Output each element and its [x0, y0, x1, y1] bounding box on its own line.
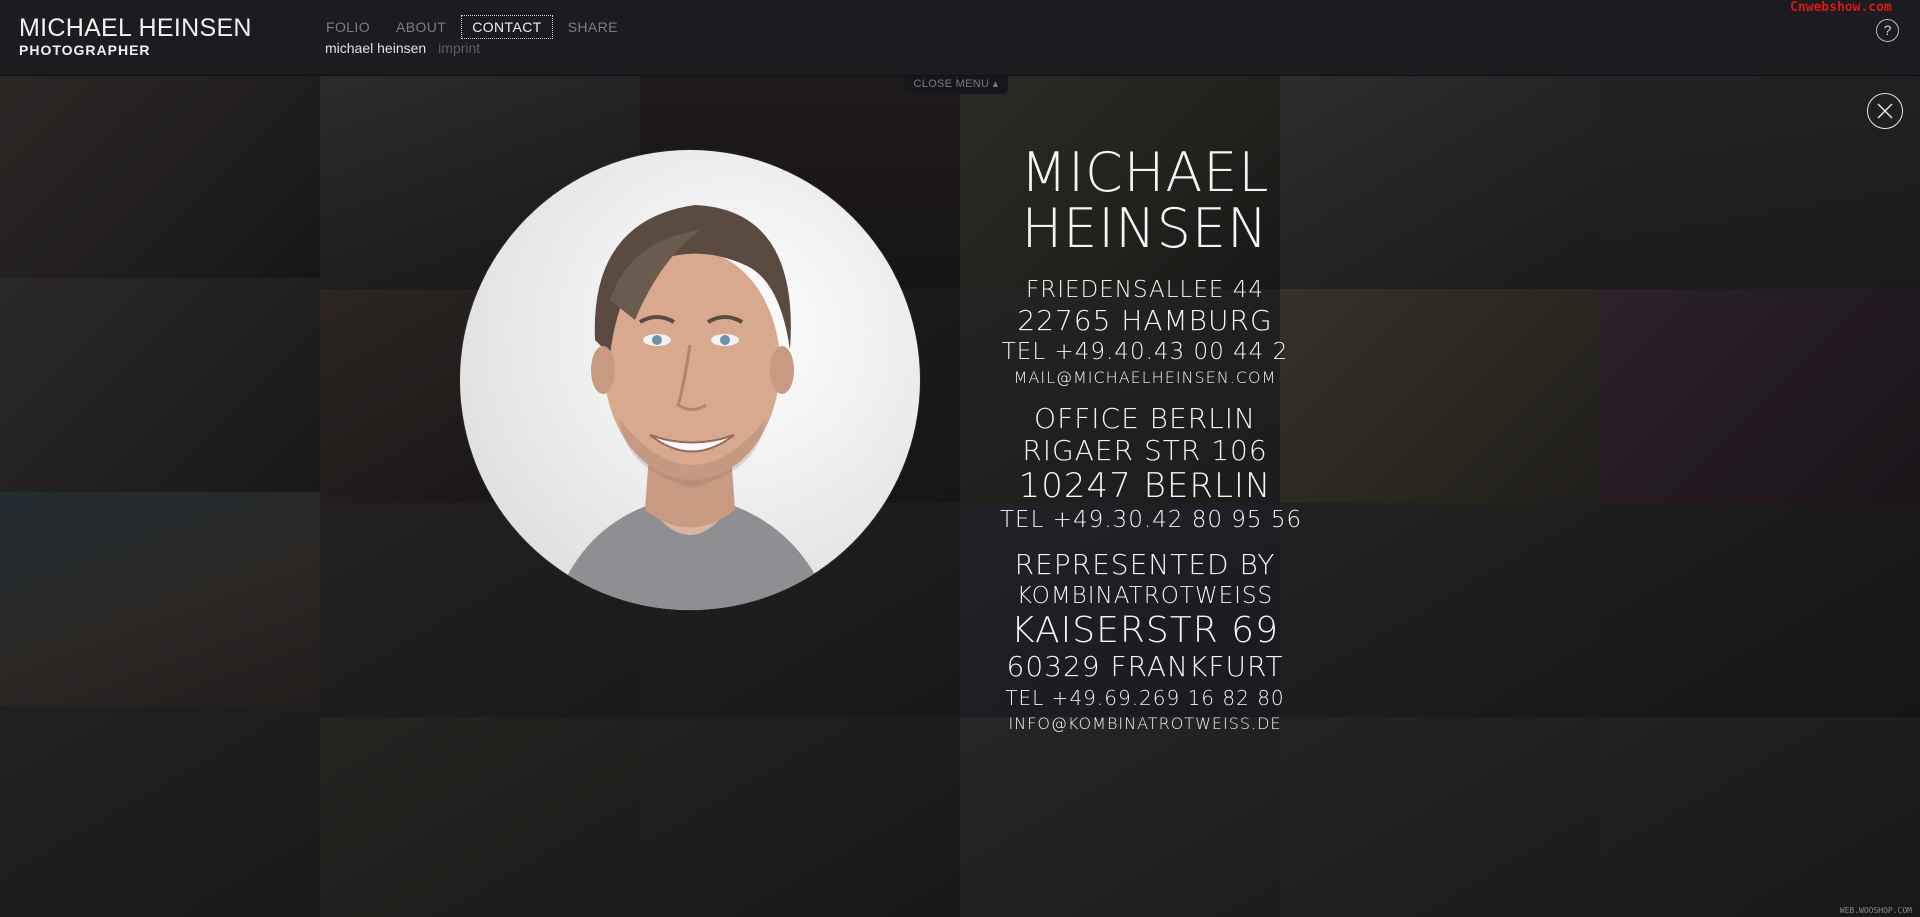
berlin-city: 10247 BERLIN — [1018, 466, 1272, 506]
mosaic-tile[interactable] — [960, 717, 1280, 917]
sub-nav: michael heinsen imprint — [325, 40, 480, 56]
close-menu-button[interactable]: CLOSE MENU ▴ — [904, 75, 1008, 94]
nav-contact[interactable]: CONTACT — [461, 15, 553, 39]
portrait-photo — [460, 150, 920, 610]
mosaic-tile[interactable] — [1600, 503, 1920, 717]
agency-name: KOMBINATROTWEISS — [1016, 583, 1274, 609]
top-bar: MICHAEL HEINSEN PHOTOGRAPHER FOLIO ABOUT… — [0, 0, 1920, 76]
subnav-michael-heinsen[interactable]: michael heinsen — [325, 40, 426, 56]
berlin-tel[interactable]: TEL +49.30.42 80 95 56 — [1000, 505, 1301, 535]
mosaic-tile[interactable] — [320, 717, 640, 917]
subnav-imprint[interactable]: imprint — [438, 40, 480, 56]
hamburg-email-link[interactable]: MAIL@MICHAELHEINSEN.COM — [1000, 367, 1290, 389]
close-menu-label: CLOSE MENU — [913, 78, 990, 90]
main-nav: FOLIO ABOUT CONTACT SHARE — [325, 15, 633, 39]
agency-city: 60329 FRANKFURT — [1006, 650, 1284, 683]
brand-name: MICHAEL HEINSEN — [19, 14, 252, 42]
close-icon — [1877, 103, 1893, 119]
mosaic-tile[interactable] — [640, 717, 960, 917]
corner-watermark: WEB.WOOSHOP.COM — [1839, 906, 1912, 915]
close-overlay-button[interactable] — [1867, 93, 1903, 129]
mosaic-tile[interactable] — [1600, 717, 1920, 917]
help-button[interactable]: ? — [1876, 19, 1899, 42]
hamburg-street: FRIEDENSALLEE 44 — [1025, 277, 1264, 303]
contact-name-last: HEINSEN — [1021, 197, 1269, 260]
brand-logo[interactable]: MICHAEL HEINSEN PHOTOGRAPHER — [19, 14, 252, 58]
berlin-street: RIGAER STR 106 — [1022, 434, 1268, 467]
hamburg-city: 22765 HAMBURG — [1017, 304, 1273, 337]
mosaic-tile[interactable] — [1280, 75, 1600, 289]
mosaic-tile[interactable] — [1280, 503, 1600, 717]
agency-email-link[interactable]: INFO@KOMBINATROTWEISS.DE — [1000, 713, 1290, 735]
caret-up-icon: ▴ — [992, 78, 999, 90]
mosaic-tile[interactable] — [0, 278, 320, 492]
nav-folio[interactable]: FOLIO — [325, 15, 381, 39]
nav-share[interactable]: SHARE — [557, 15, 629, 39]
mosaic-tile[interactable] — [1600, 289, 1920, 503]
brand-role: PHOTOGRAPHER — [19, 42, 151, 58]
mosaic-tile[interactable] — [1280, 289, 1600, 503]
contact-info: MICHAEL HEINSEN FRIEDENSALLEE 44 22765 H… — [1000, 141, 1301, 735]
berlin-title: OFFICE BERLIN — [1034, 402, 1256, 435]
nav-about[interactable]: ABOUT — [385, 15, 457, 39]
portrait-illustration — [553, 205, 832, 610]
mosaic-tile[interactable] — [0, 492, 320, 706]
agency-tel[interactable]: TEL +49.69.269 16 82 80 — [1000, 683, 1290, 713]
contact-name-first: MICHAEL — [1020, 141, 1270, 204]
agency-street: KAISERSTR 69 — [1011, 610, 1279, 651]
mosaic-tile[interactable] — [0, 75, 320, 278]
mosaic-tile[interactable] — [1280, 717, 1600, 917]
mosaic-tile[interactable] — [0, 706, 320, 917]
photo-mosaic — [0, 75, 1920, 917]
hamburg-tel[interactable]: TEL +49.40.43 00 44 2 — [1000, 337, 1290, 367]
agency-title: REPRESENTED BY — [1014, 548, 1276, 581]
watermark-text: Cnwebshow.com — [1790, 0, 1892, 15]
